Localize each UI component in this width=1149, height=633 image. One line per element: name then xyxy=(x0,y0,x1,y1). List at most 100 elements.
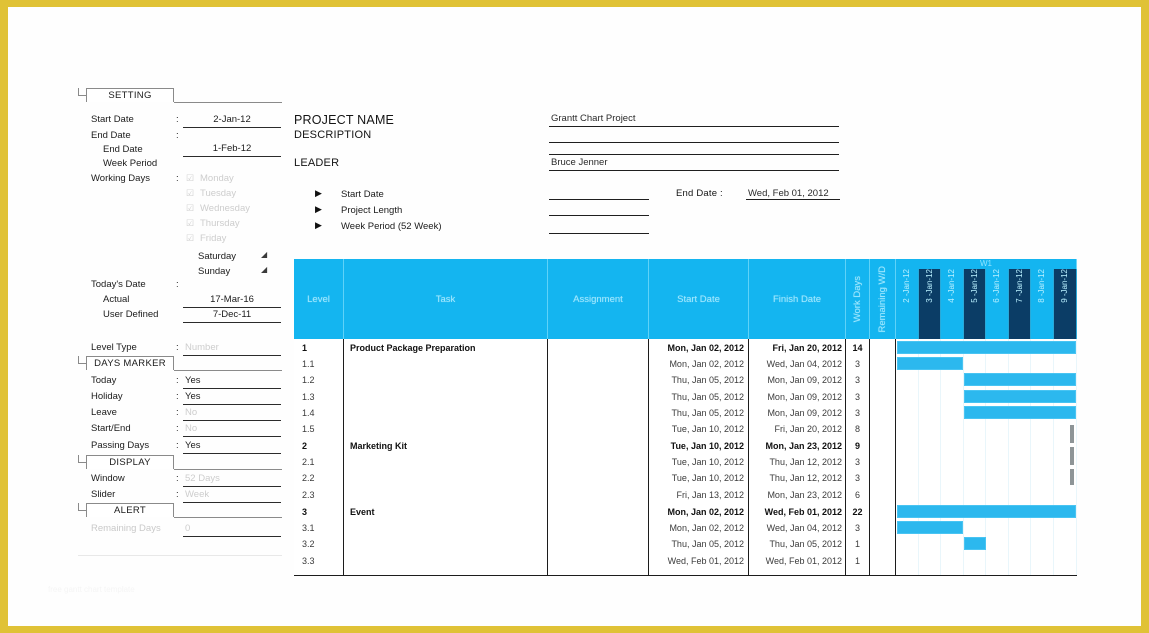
checkbox-icon-friday[interactable]: ☑ xyxy=(186,233,194,244)
marker-today-value[interactable]: Yes xyxy=(185,375,201,387)
display-window-colon: : xyxy=(176,473,179,484)
date-column-header-0[interactable]: 2 -Jan-12 xyxy=(896,269,919,339)
cell-workdays-9: 6 xyxy=(854,490,860,500)
project-name-underline xyxy=(549,126,839,127)
project-name-label: PROJECT NAME xyxy=(294,113,395,127)
date-column-header-6[interactable]: 8 -Jan-12 xyxy=(1031,269,1054,339)
date-column-header-4[interactable]: 6 -Jan-12 xyxy=(986,269,1009,339)
display-slider-value[interactable]: Week xyxy=(185,489,209,501)
date-column-header-2[interactable]: 4 -Jan-12 xyxy=(941,269,964,339)
page-frame: SETTING Start Date : 2-Jan-12 End Date :… xyxy=(0,0,1149,633)
cell-level-2: 1.2 xyxy=(302,375,315,385)
alert-remaining-days-value[interactable]: 0 xyxy=(185,523,190,535)
column-header-level: Level xyxy=(294,259,344,339)
date-column-header-7[interactable]: 9 -Jan-12 xyxy=(1054,269,1077,339)
gantt-bar-1[interactable] xyxy=(897,357,963,370)
gantt-bar-0[interactable] xyxy=(897,341,1076,354)
gantt-table: Level Task Assignment Start Date Finish … xyxy=(294,259,1077,576)
marker-today-label: Today xyxy=(91,375,117,386)
user-defined-date-value[interactable]: 7-Dec-11 xyxy=(183,309,281,321)
gantt-bar-4[interactable] xyxy=(964,406,1076,419)
working-day-friday: Friday xyxy=(200,233,227,244)
start-date-value[interactable]: 2-Jan-12 xyxy=(183,114,281,126)
user-defined-date-underline xyxy=(183,322,281,323)
gantt-bar-11[interactable] xyxy=(897,521,963,534)
timeline-gridline-2 xyxy=(940,339,941,576)
cell-finish-1: Wed, Jan 04, 2012 xyxy=(766,359,842,369)
cell-start-6: Tue, Jan 10, 2012 xyxy=(670,441,744,451)
gantt-bar-2[interactable] xyxy=(964,373,1076,386)
cell-task-10[interactable]: Event xyxy=(350,504,375,520)
cell-level-4: 1.4 xyxy=(302,408,315,418)
cell-finish-4: Mon, Jan 09, 2012 xyxy=(767,408,842,418)
setting-tab-left-stub xyxy=(78,88,79,95)
marker-passing-days-value[interactable]: Yes xyxy=(185,440,201,452)
gantt-bar-10[interactable] xyxy=(897,505,1076,518)
marker-holiday-value[interactable]: Yes xyxy=(185,391,201,403)
cell-start-5: Tue, Jan 10, 2012 xyxy=(671,424,744,434)
level-type-underline xyxy=(183,355,281,356)
checkbox-icon-tuesday[interactable]: ☑ xyxy=(186,188,194,199)
cell-level-8: 2.2 xyxy=(302,473,315,483)
cell-finish-10: Wed, Feb 01, 2012 xyxy=(764,507,842,517)
flag-icon-saturday[interactable]: ◢ xyxy=(261,250,267,259)
start-date-label: Start Date xyxy=(91,114,134,125)
cell-finish-6: Mon, Jan 23, 2012 xyxy=(765,441,842,451)
cell-level-12: 3.2 xyxy=(302,539,315,549)
marker-today-colon: : xyxy=(176,375,179,386)
end-date-sub-value[interactable]: 1-Feb-12 xyxy=(183,143,281,155)
marker-today-underline xyxy=(183,388,281,389)
leader-value[interactable]: Bruce Jenner xyxy=(551,157,608,168)
column-header-start-date: Start Date xyxy=(649,259,749,339)
display-rule-right xyxy=(174,469,282,470)
actual-date-label: Actual xyxy=(103,294,130,305)
cell-start-12: Thu, Jan 05, 2012 xyxy=(671,539,744,549)
cell-finish-2: Mon, Jan 09, 2012 xyxy=(767,375,842,385)
display-window-underline xyxy=(183,486,281,487)
timeline-scroll-handle-2[interactable] xyxy=(1070,447,1074,465)
days-marker-rule-right xyxy=(174,370,282,371)
display-rule-left xyxy=(78,462,86,463)
checkbox-icon-wednesday[interactable]: ☑ xyxy=(186,203,194,214)
cell-workdays-10: 22 xyxy=(852,507,863,517)
cell-finish-7: Thu, Jan 12, 2012 xyxy=(769,457,842,467)
flag-icon-sunday[interactable]: ◢ xyxy=(261,265,267,274)
header-end-date-underline xyxy=(746,199,840,200)
cell-workdays-1: 3 xyxy=(854,359,860,369)
gantt-bar-3[interactable] xyxy=(964,390,1076,403)
display-window-value[interactable]: 52 Days xyxy=(185,473,220,485)
setting-tab-rule-right xyxy=(174,102,282,103)
marker-startend-value[interactable]: No xyxy=(185,423,197,435)
grid-divider-level xyxy=(343,339,344,576)
display-section-title: DISPLAY xyxy=(86,455,174,469)
working-days-label: Working Days xyxy=(91,173,150,184)
marker-leave-value[interactable]: No xyxy=(185,407,197,419)
checkbox-icon-monday[interactable]: ☑ xyxy=(186,173,194,184)
user-defined-date-label: User Defined xyxy=(103,309,159,320)
setting-tab-rule-left xyxy=(78,95,86,96)
date-column-header-3[interactable]: 5 -Jan-12 xyxy=(964,269,986,339)
cell-task-0[interactable]: Product Package Preparation xyxy=(350,340,476,356)
end-date-colon: : xyxy=(176,130,179,141)
date-column-header-1[interactable]: 3 -Jan-12 xyxy=(919,269,941,339)
checkbox-icon-thursday[interactable]: ☑ xyxy=(186,218,194,229)
cell-finish-8: Thu, Jan 12, 2012 xyxy=(769,473,842,483)
marker-passing-days-colon: : xyxy=(176,440,179,451)
timeline-scroll-handle-1[interactable] xyxy=(1070,425,1074,443)
cell-level-0: 1 xyxy=(302,343,308,353)
level-type-label: Level Type xyxy=(91,342,137,353)
date-column-header-5[interactable]: 7 -Jan-12 xyxy=(1009,269,1031,339)
cell-task-6[interactable]: Marketing Kit xyxy=(350,438,407,454)
grid-divider-remaining xyxy=(895,339,896,576)
cell-start-2: Thu, Jan 05, 2012 xyxy=(671,375,744,385)
level-type-value[interactable]: Number xyxy=(185,342,219,354)
cell-workdays-5: 8 xyxy=(854,424,860,434)
cell-workdays-3: 3 xyxy=(854,392,860,402)
cell-workdays-4: 3 xyxy=(854,408,860,418)
cell-start-8: Tue, Jan 10, 2012 xyxy=(671,473,744,483)
timeline-scroll-handle-3[interactable] xyxy=(1070,469,1074,485)
gantt-bar-12[interactable] xyxy=(964,537,986,550)
display-slider-label: Slider xyxy=(91,489,116,500)
cell-workdays-13: 1 xyxy=(854,556,860,566)
project-name-value[interactable]: Grantt Chart Project xyxy=(551,113,635,124)
